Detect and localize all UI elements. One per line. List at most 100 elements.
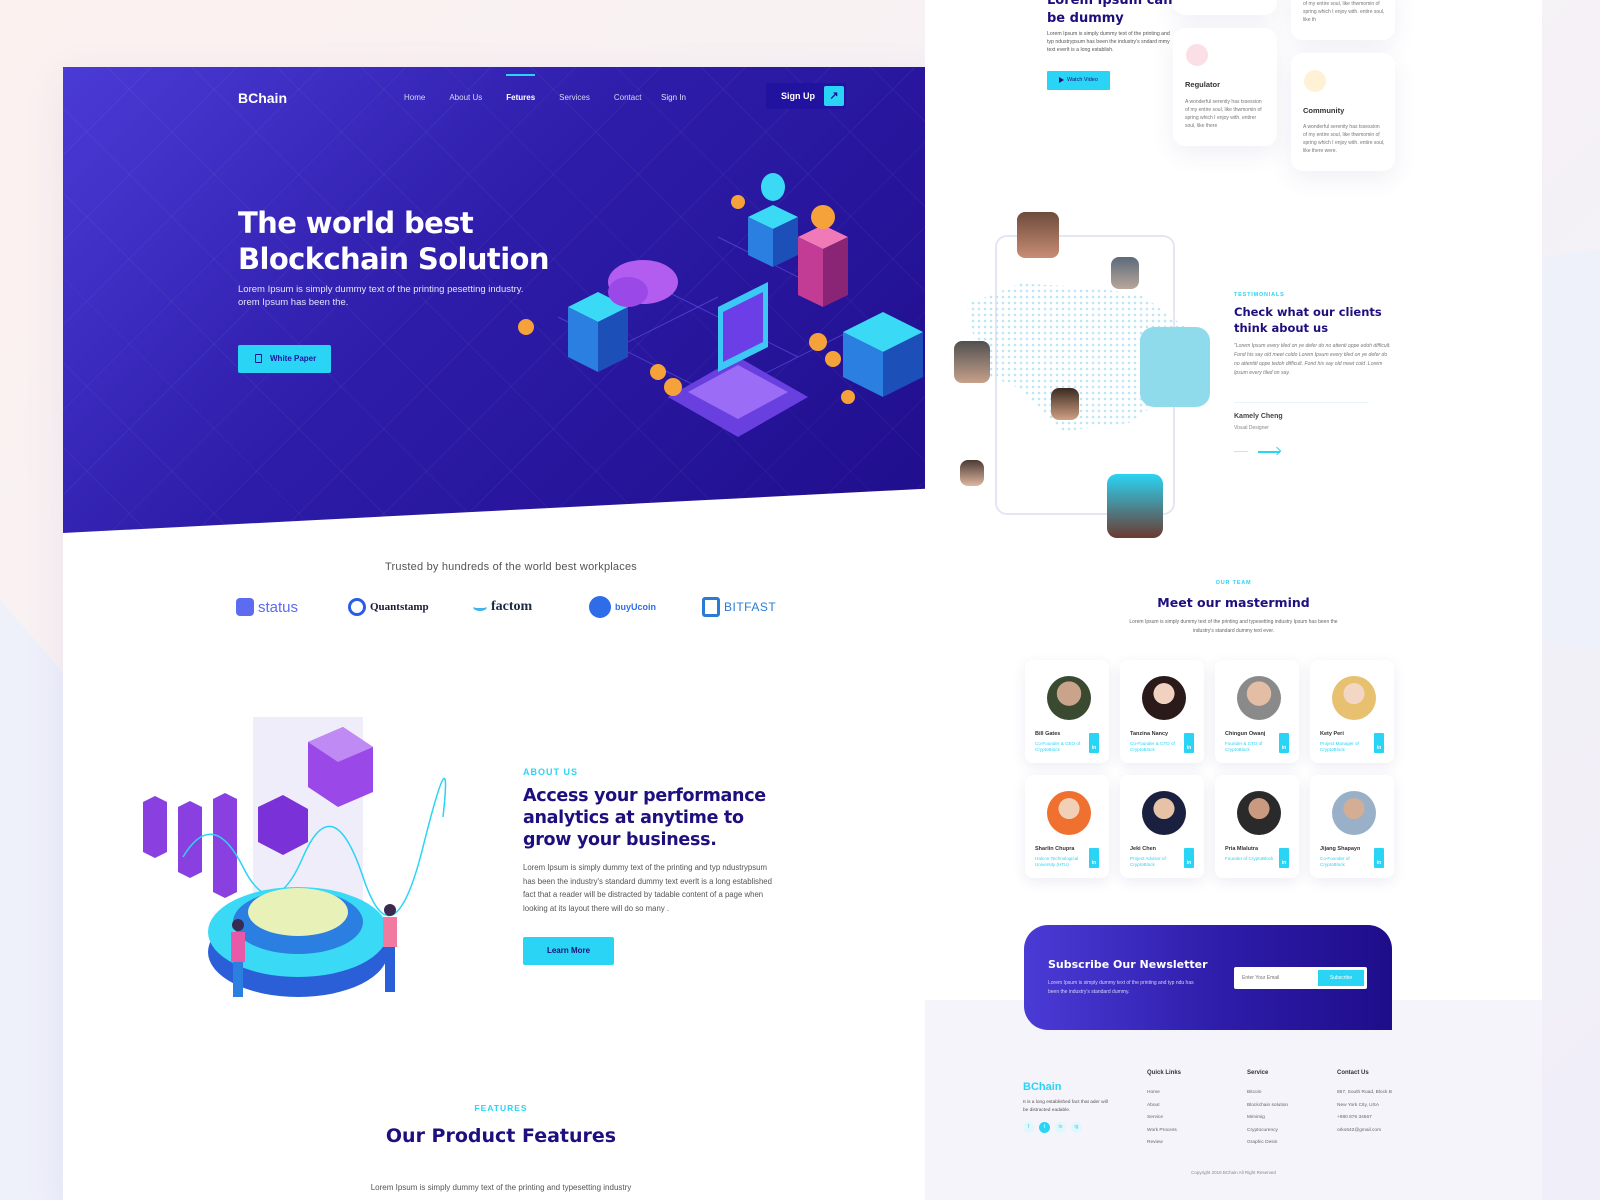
previous-arrow-icon[interactable] bbox=[1234, 451, 1248, 452]
footer-link[interactable]: Cryptocurency bbox=[1247, 1125, 1288, 1138]
linkedin-icon[interactable]: in bbox=[1089, 733, 1099, 753]
contact-address: 867, South Road, Block B bbox=[1337, 1090, 1392, 1095]
member-photo bbox=[1237, 791, 1281, 835]
footer-link[interactable]: Home bbox=[1147, 1087, 1181, 1100]
nav-link-contact[interactable]: Contact bbox=[614, 91, 642, 105]
linkedin-icon[interactable]: in bbox=[1089, 848, 1099, 868]
instagram-icon[interactable]: ig bbox=[1071, 1122, 1082, 1133]
service-text: A wonderful serenity has tssession of my… bbox=[1185, 99, 1262, 129]
client-avatar[interactable] bbox=[1111, 257, 1139, 289]
team-text: Lorem Ipsum is simply dummy text of the … bbox=[1129, 619, 1338, 634]
logo[interactable]: BChain bbox=[238, 87, 287, 109]
newsletter-form: Subscribe bbox=[1234, 967, 1367, 989]
member-name: Chingun Owanj bbox=[1225, 731, 1266, 737]
member-role: Project Advisor of CryptoBlock bbox=[1130, 856, 1166, 867]
email-input[interactable] bbox=[1238, 970, 1318, 986]
member-photo bbox=[1142, 791, 1186, 835]
contact-city: New York City, USA bbox=[1337, 1102, 1380, 1108]
footer-link[interactable]: Blockchain solution bbox=[1247, 1100, 1288, 1113]
nav-link-about[interactable]: About Us bbox=[449, 91, 482, 105]
footer-column-title: Quick Links bbox=[1147, 1070, 1182, 1076]
member-name: Jeki Chen bbox=[1130, 846, 1156, 852]
landing-page-secondary: Lorem Ipsum can be dummy Lorem Ipsum is … bbox=[925, 0, 1542, 1200]
hero-title: The world best Blockchain Solution bbox=[238, 205, 550, 277]
nav-link-features[interactable]: Fetures bbox=[506, 74, 535, 105]
next-arrow-icon[interactable] bbox=[1258, 451, 1280, 453]
brand-factom: factom bbox=[473, 595, 532, 619]
white-paper-button[interactable]: White Paper bbox=[238, 345, 331, 373]
client-avatar-active[interactable] bbox=[1140, 327, 1210, 407]
contact-email[interactable]: orko642@gmail.com bbox=[1337, 1125, 1392, 1138]
factom-logo-icon bbox=[473, 603, 487, 611]
linkedin-icon[interactable]: in bbox=[1184, 848, 1194, 868]
subscribe-button[interactable]: Subscribe bbox=[1318, 970, 1364, 986]
footer-link[interactable]: Graphic Desin bbox=[1247, 1137, 1288, 1150]
member-photo bbox=[1047, 791, 1091, 835]
analytics-illustration bbox=[143, 717, 447, 997]
team-member-card: Kety Peri Project Manager of CryptoBlock i… bbox=[1310, 660, 1394, 763]
quantstamp-logo-icon bbox=[348, 598, 366, 616]
server-top bbox=[748, 173, 798, 267]
footer-logo[interactable]: BChain bbox=[1023, 1081, 1062, 1093]
footer-link[interactable]: Work Process bbox=[1147, 1125, 1181, 1138]
client-avatar[interactable] bbox=[954, 341, 990, 383]
team-member-card: Chingun Owanj Founder & CTO of CryptoBloc… bbox=[1215, 660, 1299, 763]
member-role: Founder of CryptoBlock bbox=[1225, 856, 1274, 861]
footer-link[interactable]: Review bbox=[1147, 1137, 1181, 1150]
sign-in-link[interactable]: Sign In bbox=[661, 91, 686, 105]
brand-bitfast: BITFAST bbox=[702, 595, 776, 619]
testimonials-title: Check what our clients think about us bbox=[1234, 305, 1382, 335]
linkedin-icon[interactable]: in bbox=[1055, 1122, 1066, 1133]
footer-link[interactable]: Bitcoin bbox=[1247, 1087, 1288, 1100]
nav-link-home[interactable]: Home bbox=[404, 91, 425, 105]
member-photo bbox=[1237, 676, 1281, 720]
regulator-icon bbox=[1186, 44, 1208, 66]
client-avatar[interactable] bbox=[1051, 388, 1079, 420]
footer-link[interactable]: About bbox=[1147, 1100, 1181, 1113]
brand-label: Quantstamp bbox=[370, 601, 429, 613]
white-paper-label: White Paper bbox=[270, 354, 317, 363]
client-avatar[interactable] bbox=[1107, 474, 1163, 538]
linkedin-icon[interactable]: in bbox=[1279, 848, 1289, 868]
bar-columns bbox=[143, 793, 237, 898]
twitter-icon[interactable]: t bbox=[1039, 1122, 1050, 1133]
linkedin-icon[interactable]: in bbox=[1279, 733, 1289, 753]
about-eyebrow: ABOUT US bbox=[523, 767, 578, 777]
brand-quantstamp: Quantstamp bbox=[348, 595, 429, 619]
footer-link[interactable]: Service bbox=[1147, 1112, 1181, 1125]
service-card-community: Community A wonderful serenity has tsses… bbox=[1291, 53, 1395, 171]
watch-video-button[interactable]: Watch Video bbox=[1047, 71, 1110, 90]
member-name: Bill Gates bbox=[1035, 731, 1061, 737]
watch-video-label: Watch Video bbox=[1067, 77, 1098, 83]
nav-link-services[interactable]: Services bbox=[559, 91, 590, 105]
footer-link[interactable]: Mimimig bbox=[1247, 1112, 1288, 1125]
member-role: Co-Founder of CryptoBlock bbox=[1320, 856, 1350, 867]
play-icon bbox=[1059, 77, 1064, 83]
service-card-regulator: Regulator A wonderful serenity has tsses… bbox=[1173, 28, 1277, 146]
nav-links: Home About Us Fetures Services Contact bbox=[404, 74, 665, 105]
member-role: Project Manager of CryptoBlock bbox=[1320, 741, 1359, 752]
laptop bbox=[668, 282, 808, 437]
linkedin-icon[interactable]: in bbox=[1374, 848, 1384, 868]
member-name: Tanzina Nancy bbox=[1130, 731, 1169, 737]
client-avatar[interactable] bbox=[960, 460, 984, 486]
sign-up-button[interactable]: Sign Up ↗ bbox=[766, 83, 846, 109]
client-avatar[interactable] bbox=[1017, 212, 1059, 258]
member-photo bbox=[1047, 676, 1091, 720]
testimonial-quote: "Lorem Ipsum every tiled on ye defer do … bbox=[1234, 343, 1391, 376]
facebook-icon[interactable]: f bbox=[1023, 1122, 1034, 1133]
footer-column-title: Contact Us bbox=[1337, 1070, 1369, 1076]
secondary-hero-title-line-1: Lorem Ipsum can bbox=[1047, 0, 1173, 8]
linkedin-icon[interactable]: in bbox=[1184, 733, 1194, 753]
document-icon bbox=[255, 354, 262, 363]
member-role: Founder & CTO of CryptoBlock bbox=[1225, 741, 1263, 752]
hero-title-line-2: Blockchain Solution bbox=[238, 242, 550, 276]
contact-phone[interactable]: +980 876 34567 bbox=[1337, 1112, 1392, 1125]
brand-buyucoin: buyUcoin bbox=[589, 595, 656, 619]
coins bbox=[518, 195, 855, 404]
chart-icon bbox=[1304, 70, 1326, 92]
copyright: Copyright 2019 BChain All Right Reserved bbox=[1191, 1170, 1276, 1175]
newsletter-banner: Subscribe Our Newsletter Lorem Ipsum is … bbox=[1024, 925, 1392, 1030]
linkedin-icon[interactable]: in bbox=[1374, 733, 1384, 753]
learn-more-button[interactable]: Learn More bbox=[523, 937, 614, 965]
